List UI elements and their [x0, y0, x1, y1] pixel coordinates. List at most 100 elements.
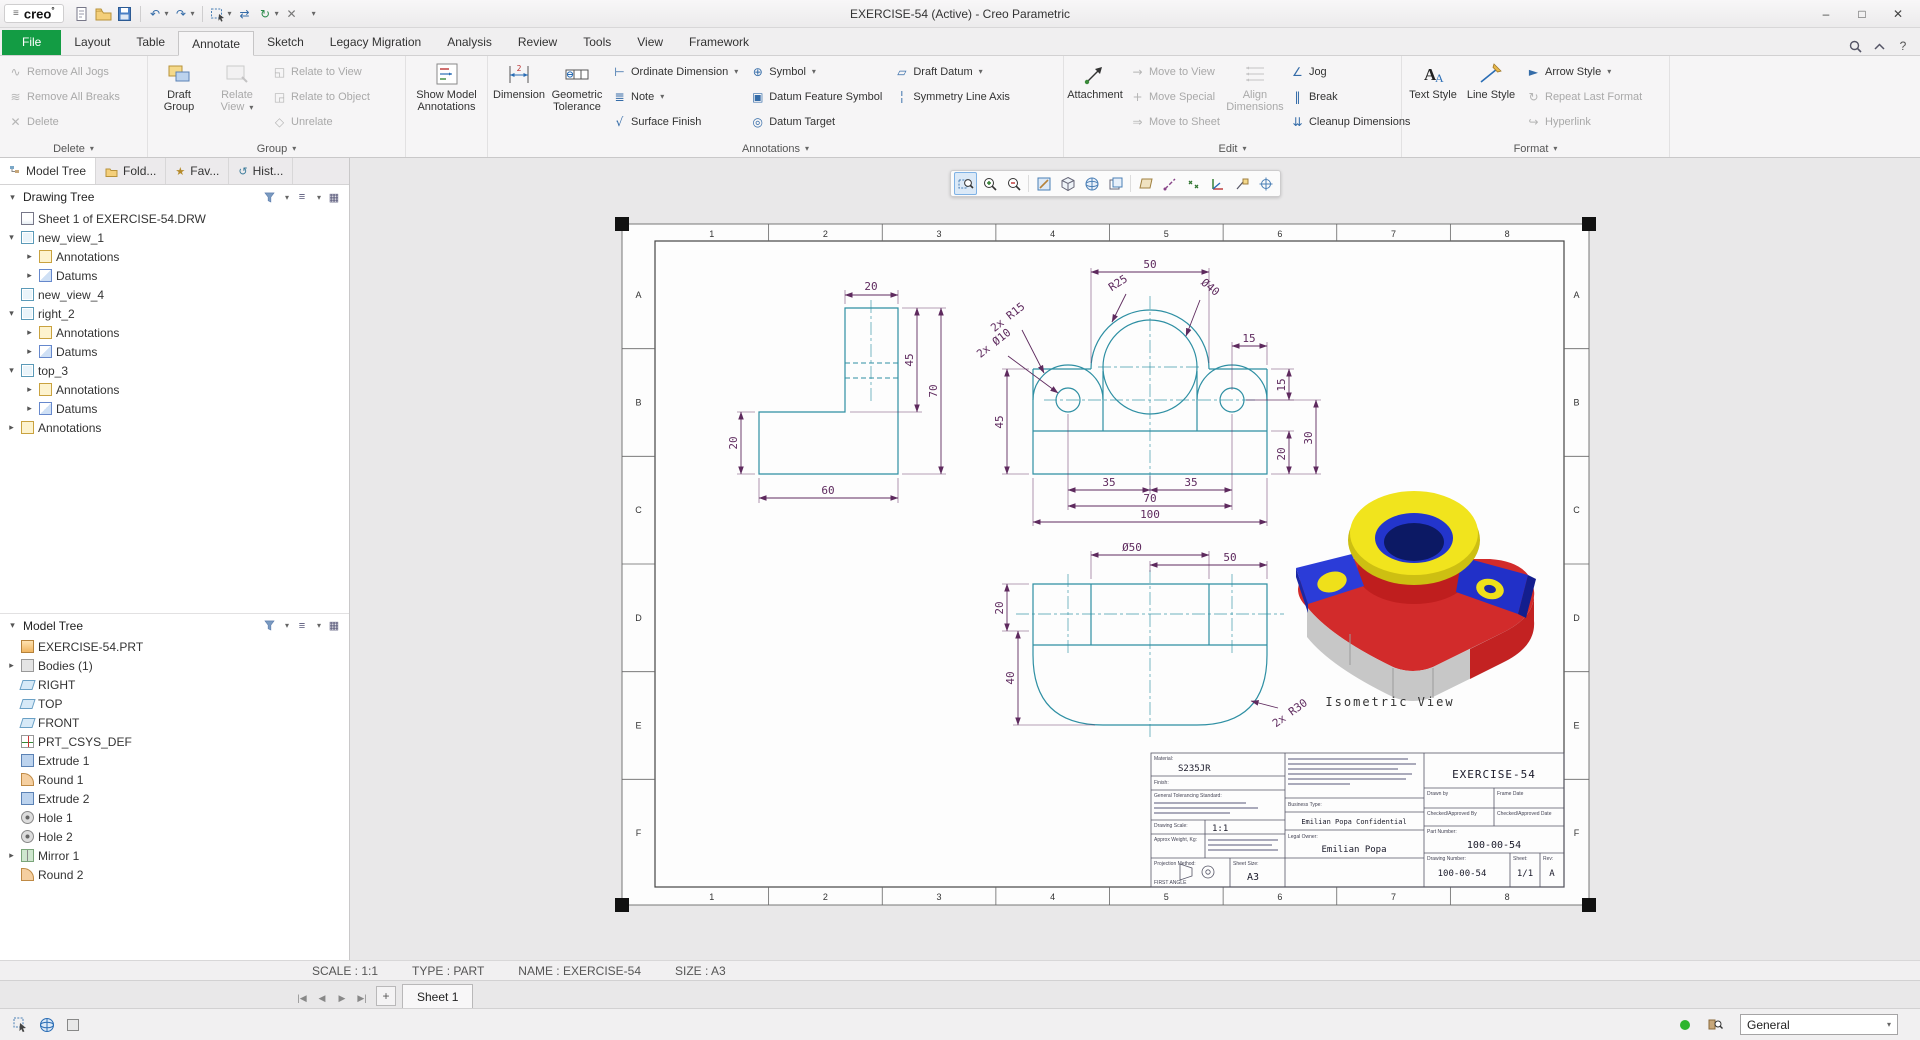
tree-item-hole-2[interactable]: Hole 2	[0, 827, 349, 846]
tree-item-datums[interactable]: ▸ Datums	[0, 342, 349, 361]
expander-icon[interactable]: ▸	[24, 327, 35, 338]
attachment-button[interactable]: Attachment	[1067, 59, 1123, 103]
remove-all-jogs-button[interactable]: ∿ Remove All Jogs	[3, 59, 125, 84]
cleanup-dimensions-button[interactable]: ⇊ Cleanup Dimensions	[1285, 109, 1416, 134]
add-sheet-button[interactable]: +	[376, 986, 396, 1006]
view-manager-button[interactable]	[1104, 172, 1127, 195]
tree-item-datums[interactable]: ▸ Datums	[0, 266, 349, 285]
tab-folder-browser[interactable]: Fold...	[96, 158, 167, 184]
surface-finish-button[interactable]: √ Surface Finish	[607, 109, 743, 134]
close-model-button[interactable]: ✕	[282, 3, 302, 25]
zoom-in-button[interactable]	[978, 172, 1001, 195]
zoom-out-button[interactable]	[1002, 172, 1025, 195]
tree-item-bodies[interactable]: ▸ Bodies (1)	[0, 656, 349, 675]
selection-filter-icon[interactable]	[12, 1016, 30, 1034]
tree-item-right-2[interactable]: ▾ right_2	[0, 304, 349, 323]
tree-filter-icon[interactable]	[262, 189, 278, 205]
move-to-view-button[interactable]: → Move to View	[1125, 59, 1225, 84]
tree-settings-icon[interactable]: ▦	[326, 189, 342, 205]
expander-icon[interactable]: ▸	[24, 251, 35, 262]
expander-icon[interactable]: ▾	[6, 308, 17, 319]
tab-framework[interactable]: Framework	[676, 30, 762, 55]
customize-qat-button[interactable]: ▾	[303, 3, 323, 25]
previous-sheet-button[interactable]: ◀	[312, 988, 332, 1008]
expander-icon[interactable]: ▸	[24, 384, 35, 395]
symbol-button[interactable]: ⊕ Symbol ▾	[745, 59, 887, 84]
tree-list-icon[interactable]: ≡	[294, 618, 310, 634]
tab-legacy-migration[interactable]: Legacy Migration	[317, 30, 434, 55]
datum-target-button[interactable]: ◎ Datum Target	[745, 109, 887, 134]
annotation-display-button[interactable]	[1230, 172, 1253, 195]
expander-icon[interactable]: ▸	[6, 422, 17, 433]
display-style-button[interactable]	[1056, 172, 1079, 195]
minimize-button[interactable]: –	[1808, 2, 1844, 26]
relate-view-button[interactable]: Relate View ▾	[209, 59, 265, 116]
drawing-sheet[interactable]: 1122334455667788A AB BC CD DE EF F 20 70 45 20…	[350, 158, 1920, 960]
tree-item-mirror-1[interactable]: ▸ Mirror 1	[0, 846, 349, 865]
unrelate-button[interactable]: ◇ Unrelate	[267, 109, 375, 134]
tab-history[interactable]: ↺ Hist...	[229, 158, 294, 184]
collapse-icon[interactable]: ▾	[7, 620, 18, 631]
datum-display-axes-button[interactable]	[1158, 172, 1181, 195]
tree-item-annotations-root[interactable]: ▸ Annotations	[0, 418, 349, 437]
tree-list-icon[interactable]: ≡	[294, 189, 310, 205]
tree-item-annotations[interactable]: ▸ Annotations	[0, 323, 349, 342]
tree-item-extrude-1[interactable]: Extrude 1	[0, 751, 349, 770]
tree-item-new-view-4[interactable]: new_view_4	[0, 285, 349, 304]
dimension-button[interactable]: 2 Dimension	[491, 59, 547, 103]
tab-analysis[interactable]: Analysis	[434, 30, 505, 55]
tree-item-hole-1[interactable]: Hole 1	[0, 808, 349, 827]
repaint-button[interactable]	[1032, 172, 1055, 195]
close-window-button[interactable]: ✕	[1880, 2, 1916, 26]
edit-group-label[interactable]: Edit ▾	[1067, 140, 1398, 157]
delete-button[interactable]: ✕ Delete	[3, 109, 125, 134]
tab-model-tree[interactable]: Model Tree	[0, 158, 97, 184]
jog-button[interactable]: ∠ Jog	[1285, 59, 1416, 84]
tree-item-new-view-1[interactable]: ▾ new_view_1	[0, 228, 349, 247]
show-model-annotations-button[interactable]: Show Model Annotations	[414, 59, 480, 116]
clipboard-icon[interactable]	[64, 1016, 82, 1034]
tab-tools[interactable]: Tools	[570, 30, 624, 55]
datum-display-planes-button[interactable]	[1134, 172, 1157, 195]
expander-icon[interactable]: ▾	[6, 232, 17, 243]
move-special-button[interactable]: + Move Special	[1125, 84, 1225, 109]
move-to-sheet-button[interactable]: ⇒ Move to Sheet	[1125, 109, 1225, 134]
tab-view[interactable]: View	[624, 30, 676, 55]
sheet-tab-1[interactable]: Sheet 1	[402, 984, 474, 1008]
search-model-icon[interactable]	[1706, 1016, 1724, 1034]
arrow-style-button[interactable]: ► Arrow Style ▾	[1521, 59, 1647, 84]
first-sheet-button[interactable]: |◀	[292, 988, 312, 1008]
save-button[interactable]	[115, 3, 135, 25]
maximize-button[interactable]: □	[1844, 2, 1880, 26]
symmetry-line-axis-button[interactable]: ╎ Symmetry Line Axis	[889, 84, 1015, 109]
hyperlink-button[interactable]: ↪ Hyperlink	[1521, 109, 1647, 134]
new-file-button[interactable]	[72, 3, 92, 25]
tree-item-top-3[interactable]: ▾ top_3	[0, 361, 349, 380]
tree-settings-icon[interactable]: ▦	[326, 618, 342, 634]
tab-file[interactable]: File	[2, 30, 62, 55]
creo-logo[interactable]: ≡ creo°	[4, 3, 64, 24]
tree-item-top-plane[interactable]: TOP	[0, 694, 349, 713]
expander-icon[interactable]: ▸	[24, 403, 35, 414]
regenerate-button[interactable]: ↻ ▾	[256, 3, 281, 25]
tab-layout[interactable]: Layout	[61, 30, 123, 55]
next-sheet-button[interactable]: ▶	[332, 988, 352, 1008]
tree-item-datums[interactable]: ▸ Datums	[0, 399, 349, 418]
graphics-area[interactable]: 1122334455667788AABBCCDDEEFF 20 70 45 20…	[350, 158, 1920, 960]
datum-display-csys-button[interactable]	[1206, 172, 1229, 195]
ordinate-dimension-button[interactable]: ⊢ Ordinate Dimension ▾	[607, 59, 743, 84]
expander-icon[interactable]: ▸	[6, 850, 17, 861]
tree-item-extrude-2[interactable]: Extrude 2	[0, 789, 349, 808]
align-dimensions-button[interactable]: Align Dimensions	[1226, 59, 1284, 116]
spin-center-button[interactable]	[1254, 172, 1277, 195]
break-button[interactable]: ‖ Break	[1285, 84, 1416, 109]
geometric-tolerance-button[interactable]: Geometric Tolerance	[549, 59, 605, 116]
tab-annotate[interactable]: Annotate	[178, 31, 255, 56]
select-mode-button[interactable]: ▾	[208, 3, 234, 25]
minimize-ribbon-icon[interactable]	[1870, 37, 1888, 55]
command-search-icon[interactable]	[1846, 37, 1864, 55]
collapse-icon[interactable]: ▾	[7, 192, 18, 203]
repeat-last-format-button[interactable]: ↻ Repeat Last Format	[1521, 84, 1647, 109]
tree-filter-icon[interactable]	[262, 618, 278, 634]
tree-item-right-plane[interactable]: RIGHT	[0, 675, 349, 694]
